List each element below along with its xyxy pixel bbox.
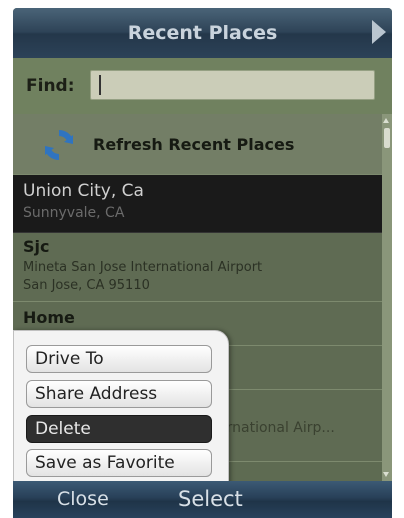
place-address: Sunnyvale, CA	[23, 205, 125, 221]
list-item[interactable]: Sjc Mineta San Jose International Airpor…	[13, 233, 382, 302]
place-name: Sjc	[23, 237, 50, 256]
place-address: Mineta San Jose International Airport	[23, 260, 263, 275]
text-caret	[99, 75, 101, 95]
close-softkey[interactable]: Close	[57, 481, 109, 518]
place-name: Home	[23, 308, 75, 327]
context-menu: Drive To Share Address Delete Save as Fa…	[13, 330, 229, 488]
title-bar: Recent Places	[13, 8, 392, 59]
list-item[interactable]: Union City, Ca Sunnyvale, CA	[13, 175, 382, 233]
delete-menu-item[interactable]: Delete	[26, 415, 212, 443]
share-address-menu-item[interactable]: Share Address	[26, 380, 212, 408]
scrollbar[interactable]	[382, 114, 392, 481]
screen: Recent Places Find: Refresh Recent Place…	[13, 8, 392, 518]
place-address: ernational Airp...	[218, 420, 335, 436]
refresh-icon	[45, 129, 73, 161]
page-title: Recent Places	[127, 22, 278, 44]
save-as-favorite-menu-item[interactable]: Save as Favorite	[26, 449, 212, 477]
scroll-up-icon[interactable]	[383, 118, 389, 123]
scroll-thumb[interactable]	[384, 128, 390, 148]
place-address: San Jose, CA 95110	[23, 278, 150, 293]
drive-to-menu-item[interactable]: Drive To	[26, 345, 212, 373]
find-bar: Find:	[13, 58, 392, 114]
refresh-label: Refresh Recent Places	[93, 135, 295, 154]
phone-bezel: Recent Places Find: Refresh Recent Place…	[0, 0, 404, 518]
next-arrow-icon[interactable]	[372, 20, 386, 44]
find-label: Find:	[26, 76, 75, 96]
refresh-recent-places-item[interactable]: Refresh Recent Places	[13, 114, 382, 175]
place-name: Union City, Ca	[23, 181, 144, 201]
select-softkey[interactable]: Select	[178, 481, 243, 518]
scroll-down-icon[interactable]	[383, 472, 389, 477]
find-input[interactable]	[90, 70, 375, 100]
softkey-bar: Close Select	[13, 481, 392, 518]
